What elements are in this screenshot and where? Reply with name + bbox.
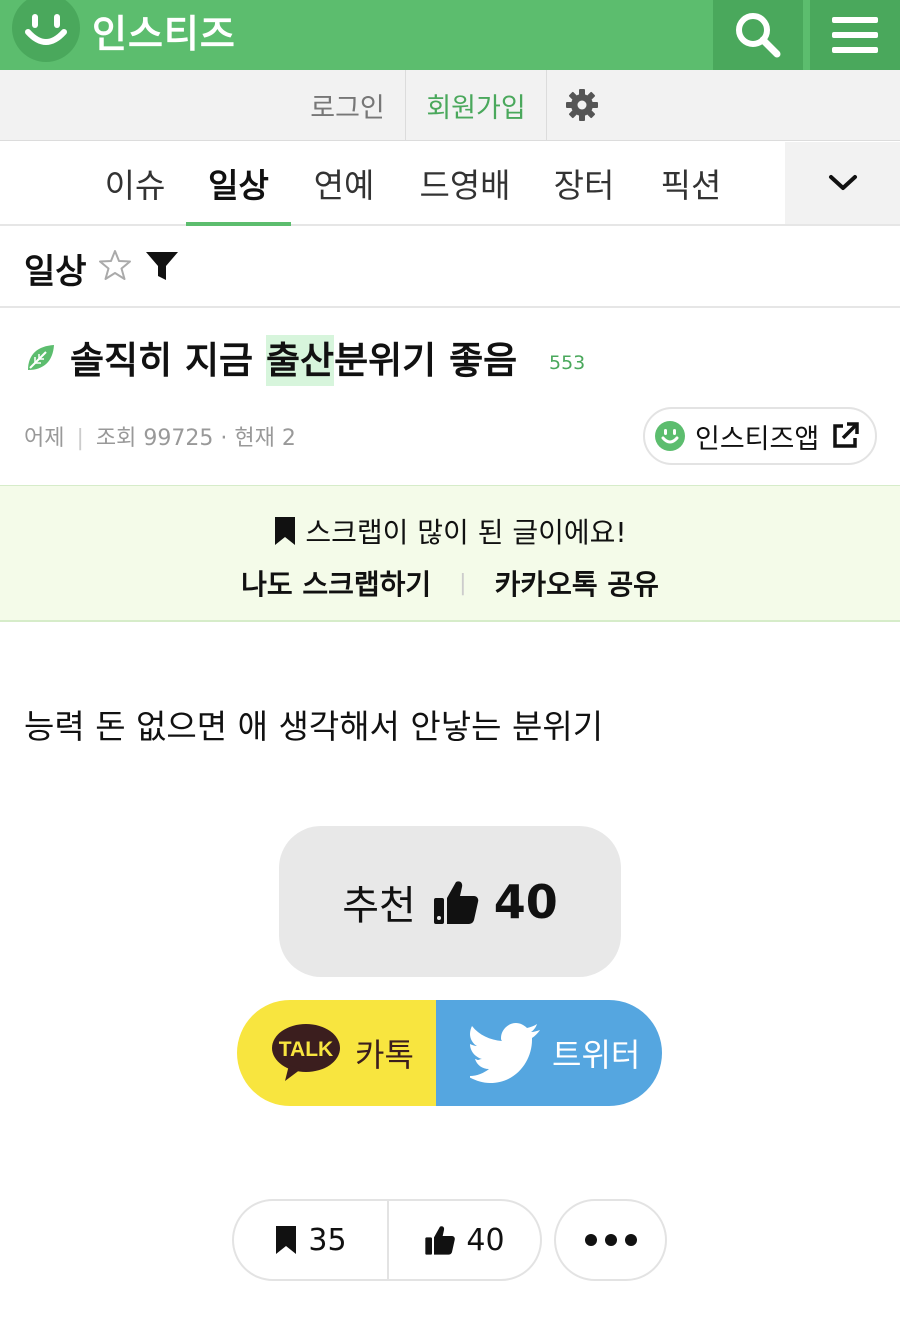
bookmark-icon: [275, 517, 296, 545]
site-logo[interactable]: 인스티즈: [12, 0, 236, 62]
post-title-highlight: 출산: [265, 335, 335, 386]
tab-entertainment[interactable]: 연예: [298, 142, 390, 224]
category-tabs: 이슈 일상 연예 드영배 장터 픽션: [0, 142, 900, 226]
account-bar: 로그인 회원가입: [0, 70, 900, 141]
post-title: 솔직히 지금 출산분위기 좋음: [70, 330, 518, 386]
share-buttons: TALK 카톡 트위터: [237, 1000, 662, 1106]
twitter-share-button[interactable]: 트위터: [436, 1000, 662, 1106]
twitter-share-label: 트위터: [552, 1036, 641, 1074]
hamburger-icon: [832, 17, 878, 53]
like-count: 40: [466, 1222, 505, 1258]
external-link-icon: [833, 422, 859, 448]
star-icon[interactable]: [98, 248, 132, 282]
bookmark-icon: [276, 1226, 297, 1254]
scrap-count: 35: [308, 1222, 347, 1258]
thumbs-up-icon: [433, 880, 479, 924]
meta-divider: |: [76, 426, 84, 451]
twitter-bird-icon: [470, 1023, 540, 1083]
recommend-label: 추천: [342, 882, 416, 929]
post-body: 능력 돈 없으면 애 생각해서 안낳는 분위기: [24, 707, 604, 746]
leaf-icon: [28, 345, 54, 370]
kakao-badge-text: TALK: [279, 1038, 333, 1061]
open-app-button[interactable]: 인스티즈앱: [643, 407, 877, 465]
tabs-expand-button[interactable]: [785, 142, 900, 224]
settings-button[interactable]: [547, 70, 617, 140]
search-button[interactable]: [713, 0, 803, 70]
tab-market[interactable]: 장터: [538, 142, 630, 224]
kakaotalk-share-button[interactable]: TALK 카톡: [237, 1000, 436, 1106]
top-bar: 인스티즈: [0, 0, 900, 70]
search-icon: [736, 13, 781, 58]
signup-link[interactable]: 회원가입: [405, 70, 547, 140]
comment-count[interactable]: 553: [549, 352, 585, 374]
more-dot: [584, 1234, 597, 1246]
post-title-start: 솔직히 지금: [70, 339, 266, 382]
post-meta: 어제 | 조회 99725 · 현재 2: [24, 420, 296, 452]
more-options-button[interactable]: [554, 1199, 667, 1281]
open-app-label: 인스티즈앱: [695, 423, 820, 455]
login-link[interactable]: 로그인: [290, 70, 405, 140]
post-views: 조회 99725 · 현재 2: [95, 426, 296, 451]
scrap-message-row: 스크랩이 많이 된 글이에요!: [0, 511, 900, 551]
menu-button[interactable]: [810, 0, 900, 70]
scrap-this-button[interactable]: 나도 스크랩하기: [241, 563, 431, 603]
smile-logo-icon: [12, 0, 80, 62]
board-title: 일상: [24, 252, 87, 292]
post-action-bar: 35 40: [232, 1199, 542, 1281]
brand-name: 인스티즈: [92, 11, 236, 56]
app-smile-icon: [655, 421, 685, 451]
tab-daily[interactable]: 일상: [186, 142, 291, 226]
post-header: 솔직히 지금 출산분위기 좋음 553 어제 | 조회 99725 · 현재 2 인…: [0, 308, 900, 484]
scrap-banner: 스크랩이 많이 된 글이에요! 나도 스크랩하기 | 카카오톡 공유: [0, 485, 900, 622]
chevron-down-icon: [828, 175, 857, 190]
more-dot: [604, 1234, 617, 1246]
recommend-button[interactable]: 추천 40: [279, 826, 621, 977]
scrap-count-button[interactable]: 35: [234, 1201, 387, 1279]
filter-icon[interactable]: [144, 248, 180, 284]
tab-issue[interactable]: 이슈: [90, 142, 180, 224]
post-title-end: 분위기 좋음: [334, 339, 518, 382]
scrap-divider: |: [459, 570, 467, 596]
kakaotalk-icon: TALK: [272, 1024, 340, 1081]
gear-icon: [566, 89, 598, 121]
kakao-share-label: 카톡: [355, 1036, 414, 1074]
more-dot: [624, 1234, 637, 1246]
like-count-button[interactable]: 40: [387, 1201, 540, 1279]
thumbs-up-icon: [425, 1226, 456, 1255]
kakao-share-link[interactable]: 카카오톡 공유: [495, 563, 659, 603]
recommend-count: 40: [493, 874, 558, 929]
tab-drama[interactable]: 드영배: [405, 142, 525, 224]
tab-fiction[interactable]: 픽션: [645, 142, 737, 224]
post-date: 어제: [24, 426, 65, 451]
scrap-actions: 나도 스크랩하기 | 카카오톡 공유: [0, 563, 900, 603]
scrap-message: 스크랩이 많이 된 글이에요!: [305, 516, 627, 549]
board-header: 일상: [0, 226, 900, 308]
